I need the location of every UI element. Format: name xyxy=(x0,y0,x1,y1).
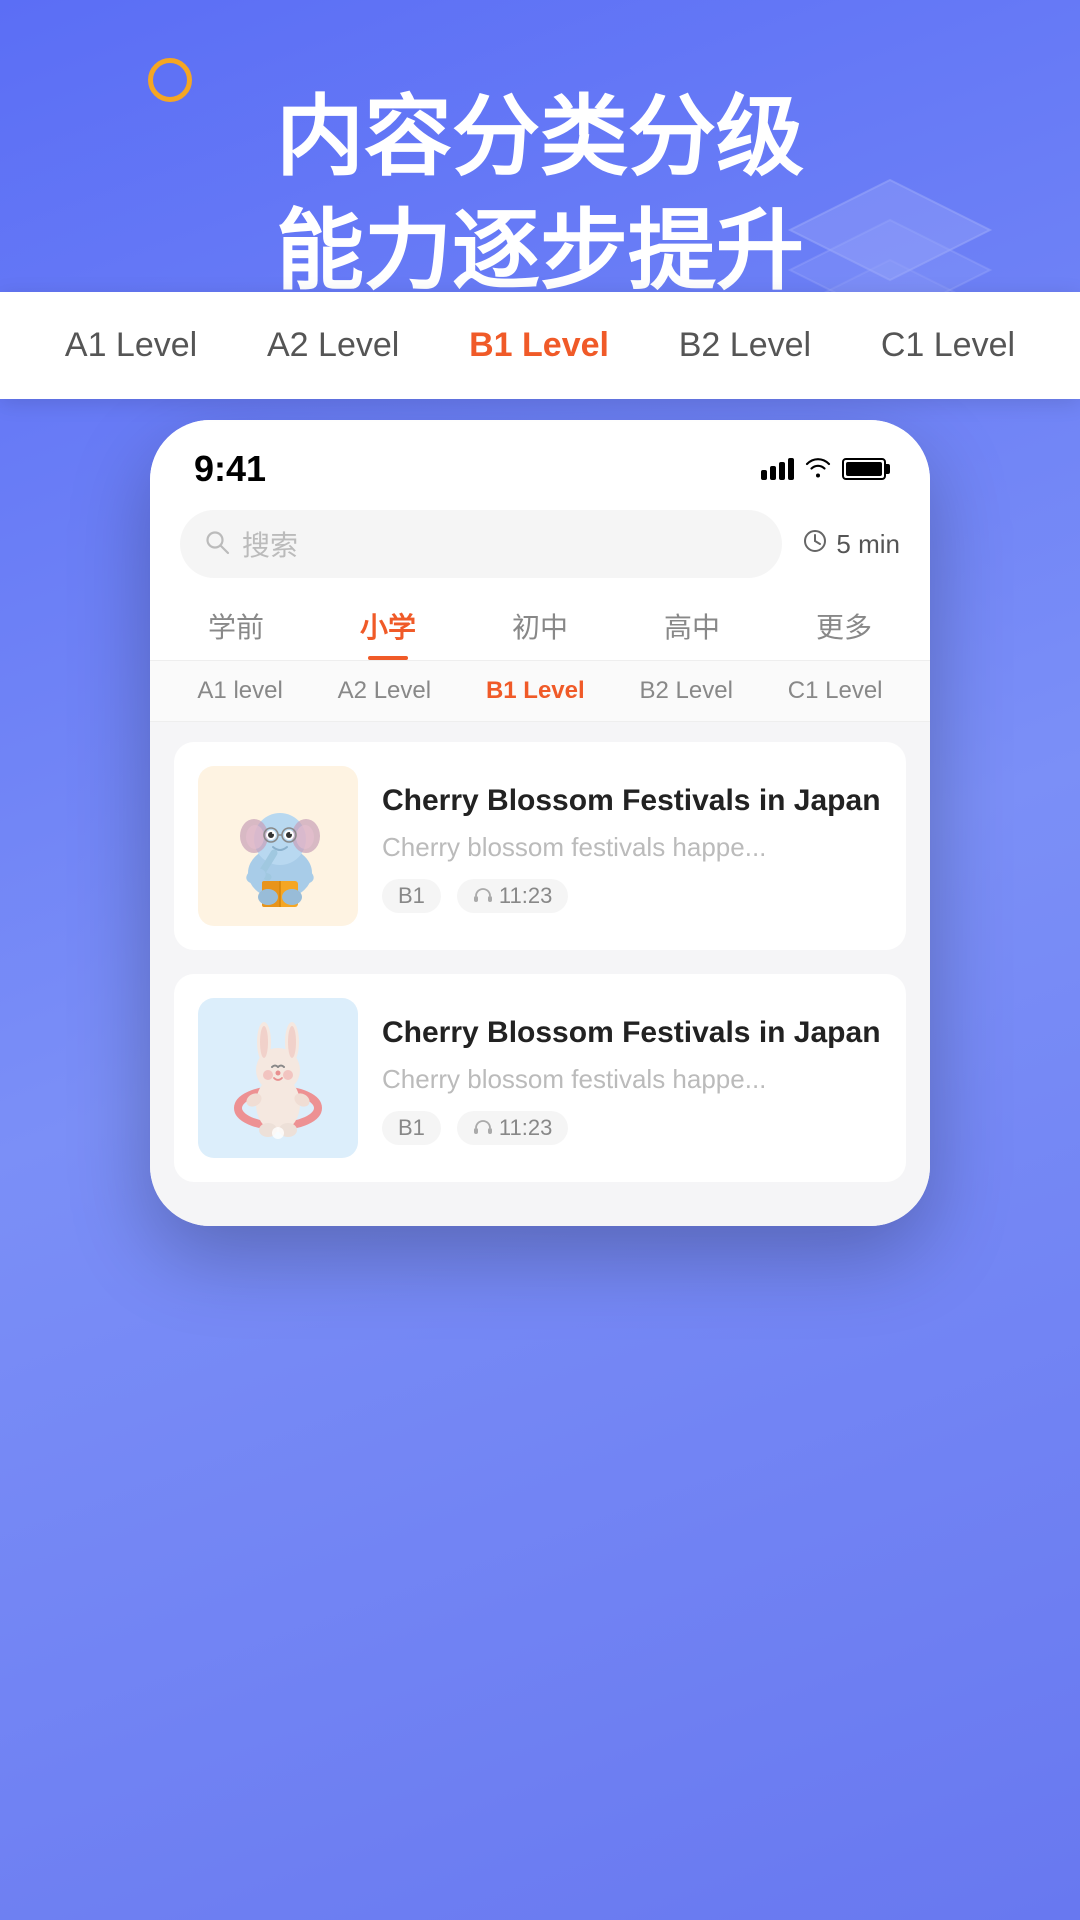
clock-icon xyxy=(802,528,828,561)
hero-title: 内容分类分级 能力逐步提升 xyxy=(60,80,1020,309)
tab-preschool[interactable]: 学前 xyxy=(160,588,312,660)
tab-high[interactable]: 高中 xyxy=(616,588,768,660)
level-item-b1[interactable]: B1 Level xyxy=(457,320,621,371)
card-thumbnail-1 xyxy=(198,766,358,926)
sub-level-b2[interactable]: B2 Level xyxy=(640,677,733,705)
status-icons xyxy=(761,454,886,485)
sub-level-b1[interactable]: B1 Level xyxy=(486,677,585,705)
tab-primary[interactable]: 小学 xyxy=(312,588,464,660)
level-item-c1[interactable]: C1 Level xyxy=(869,320,1027,371)
sub-level-bar: A1 level A2 Level B1 Level B2 Level C1 L… xyxy=(150,661,930,722)
level-item-b2[interactable]: B2 Level xyxy=(667,320,823,371)
content-card-1[interactable]: Cherry Blossom Festivals in Japan Cherry… xyxy=(174,742,906,950)
status-time: 9:41 xyxy=(194,448,266,490)
sub-level-a2[interactable]: A2 Level xyxy=(338,677,431,705)
content-list: Cherry Blossom Festivals in Japan Cherry… xyxy=(150,722,930,1226)
content-card-2[interactable]: Cherry Blossom Festivals in Japan Cherry… xyxy=(174,974,906,1182)
status-bar: 9:41 xyxy=(150,420,930,500)
search-icon xyxy=(204,529,230,560)
card-desc-1: Cherry blossom festivals happe... xyxy=(382,832,882,863)
card-title-1: Cherry Blossom Festivals in Japan xyxy=(382,780,882,822)
search-bar[interactable]: 搜索 xyxy=(180,510,782,578)
level-bar-overlay: A1 Level A2 Level B1 Level B2 Level C1 L… xyxy=(0,292,1080,399)
card-info-1: Cherry Blossom Festivals in Japan Cherry… xyxy=(382,780,882,913)
card-title-2: Cherry Blossom Festivals in Japan xyxy=(382,1012,882,1054)
headphone-icon-2 xyxy=(473,1118,493,1138)
category-tabs: 学前 小学 初中 高中 更多 xyxy=(150,588,930,661)
card-duration-2: 11:23 xyxy=(457,1111,568,1145)
card-level-1: B1 xyxy=(382,879,441,913)
card-thumbnail-2 xyxy=(198,998,358,1158)
card-info-2: Cherry Blossom Festivals in Japan Cherry… xyxy=(382,1012,882,1145)
sub-level-a1[interactable]: A1 level xyxy=(197,677,282,705)
signal-icon xyxy=(761,458,794,480)
card-tags-1: B1 11:23 xyxy=(382,879,882,913)
time-filter[interactable]: 5 min xyxy=(802,528,900,561)
sub-level-c1[interactable]: C1 Level xyxy=(788,677,883,705)
time-filter-label: 5 min xyxy=(836,529,900,560)
level-item-a2[interactable]: A2 Level xyxy=(255,320,411,371)
search-bar-row: 搜索 5 min xyxy=(150,500,930,588)
tab-middle[interactable]: 初中 xyxy=(464,588,616,660)
card-level-2: B1 xyxy=(382,1111,441,1145)
wifi-icon xyxy=(804,454,832,485)
card-tags-2: B1 11:23 xyxy=(382,1111,882,1145)
hero-section: 内容分类分级 能力逐步提升 xyxy=(0,80,1080,309)
hero-line1: 内容分类分级 xyxy=(60,80,1020,194)
card-duration-1: 11:23 xyxy=(457,879,568,913)
search-placeholder: 搜索 xyxy=(242,524,298,564)
battery-icon xyxy=(842,458,886,480)
tab-more[interactable]: 更多 xyxy=(768,588,920,660)
card-desc-2: Cherry blossom festivals happe... xyxy=(382,1064,882,1095)
phone-mockup: 9:41 xyxy=(150,420,930,1226)
headphone-icon xyxy=(473,886,493,906)
level-item-a1[interactable]: A1 Level xyxy=(53,320,209,371)
